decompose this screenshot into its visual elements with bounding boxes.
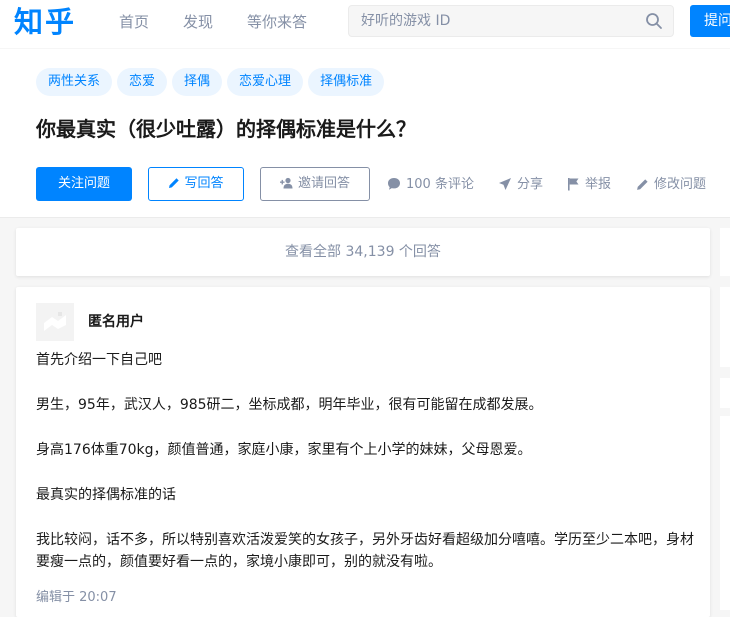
question-header: 两性关系 恋爱 择偶 恋爱心理 择偶标准 你最真实（很少吐露）的择偶标准是什么？ 关注问… [0, 49, 730, 218]
comments-button[interactable]: 100 条评论 [387, 176, 474, 194]
answer-card: 匿名用户 首先介绍一下自己吧 男生，95年，武汉人，985研二，坐标成都，明年毕… [16, 287, 710, 617]
topic-tag[interactable]: 两性关系 [36, 68, 113, 96]
comment-icon [388, 178, 400, 190]
pencil-icon [169, 178, 180, 188]
edit-question-button[interactable]: 修改问题 [636, 176, 706, 194]
topic-tag[interactable]: 择偶标准 [308, 68, 385, 96]
top-nav-bar: 知乎 首页 发现 等你来答 提问 [0, 0, 730, 48]
sidebar-card [720, 416, 730, 610]
comments-label: 100 条评论 [406, 177, 474, 192]
search-box [348, 5, 674, 37]
search-input[interactable] [361, 6, 631, 36]
ask-question-button[interactable]: 提问 [690, 5, 730, 37]
answer-paragraph: 首先介绍一下自己吧 [36, 352, 162, 368]
topic-tags: 两性关系 恋爱 择偶 恋爱心理 择偶标准 [36, 68, 389, 96]
add-user-icon [279, 177, 293, 189]
share-button[interactable]: 分享 [498, 176, 543, 194]
edited-timestamp[interactable]: 编辑于 20:07 [36, 586, 117, 605]
topic-tag[interactable]: 恋爱心理 [227, 68, 304, 96]
flag-icon [568, 178, 579, 191]
report-button[interactable]: 举报 [567, 176, 611, 194]
answer-paragraph: 我比较闷，话不多，所以特别喜欢活泼爱笑的女孩子，另外牙齿好看超级加分嘻嘻。学历至… [36, 532, 694, 570]
report-label: 举报 [585, 177, 612, 192]
question-title: 你最真实（很少吐露）的择偶标准是什么？ [36, 117, 416, 141]
search-icon[interactable] [645, 12, 663, 30]
share-label: 分享 [517, 177, 544, 192]
sidebar-card [720, 287, 730, 367]
view-all-answers-button[interactable]: 查看全部 34,139 个回答 [16, 228, 710, 276]
nav-waiting-answers[interactable]: 等你来答 [247, 12, 307, 32]
answer-paragraph: 最真实的择偶标准的话 [36, 487, 176, 503]
zhihu-logo[interactable]: 知乎 [14, 2, 76, 42]
avatar[interactable] [36, 303, 74, 341]
follow-question-button[interactable]: 关注问题 [36, 167, 132, 201]
sidebar-card [720, 378, 730, 408]
invite-answer-label: 邀请回答 [297, 176, 350, 191]
answer-paragraph: 身高176体重70kg，颜值普通，家庭小康，家里有个上小学的妹妹，父母恩爱。 [36, 442, 532, 458]
answer-content: 首先介绍一下自己吧 男生，95年，武汉人，985研二，坐标成都，明年毕业，很有可… [36, 349, 696, 596]
share-icon [499, 178, 511, 190]
answer-paragraph: 男生，95年，武汉人，985研二，坐标成都，明年毕业，很有可能留在成都发展。 [36, 397, 543, 413]
write-answer-button[interactable]: 写回答 [148, 167, 244, 201]
nav-home[interactable]: 首页 [119, 12, 149, 32]
write-answer-label: 写回答 [184, 176, 224, 191]
edit-question-label: 修改问题 [654, 177, 707, 192]
author-name[interactable]: 匿名用户 [88, 312, 144, 332]
topic-tag[interactable]: 恋爱 [117, 68, 168, 96]
invite-answer-button[interactable]: 邀请回答 [260, 167, 370, 201]
sidebar-card [720, 228, 730, 276]
topic-tag[interactable]: 择偶 [172, 68, 223, 96]
nav-discover[interactable]: 发现 [183, 12, 213, 32]
pencil-icon [637, 179, 648, 190]
